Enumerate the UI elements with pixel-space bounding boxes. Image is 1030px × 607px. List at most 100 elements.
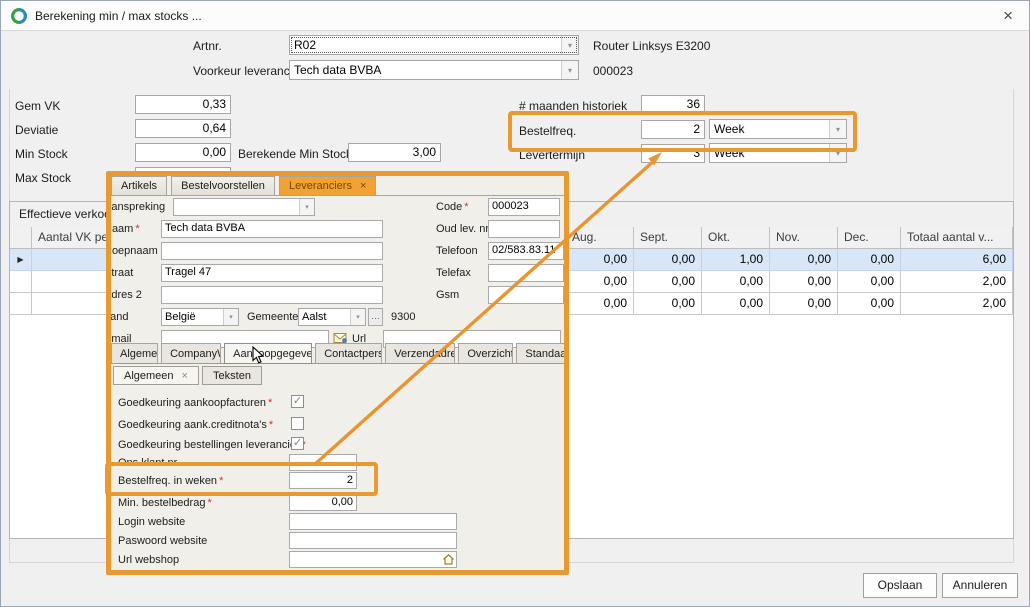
goedkeuring-bestellingen-checkbox[interactable]: ✓ bbox=[291, 437, 304, 450]
table-cell[interactable]: 0,00 bbox=[770, 293, 838, 315]
chevron-down-icon[interactable]: ▾ bbox=[561, 36, 578, 54]
naam-input[interactable]: Tech data BVBA bbox=[161, 220, 383, 238]
telefax-input[interactable] bbox=[488, 264, 564, 282]
table-cell[interactable]: 6,00 bbox=[901, 249, 1013, 271]
table-cell[interactable]: 0,00 bbox=[634, 271, 702, 293]
table-cell[interactable]: 0,00 bbox=[566, 293, 634, 315]
table-cell[interactable]: 0,00 bbox=[770, 249, 838, 271]
home-icon[interactable] bbox=[442, 553, 455, 566]
chevron-down-icon[interactable]: ▾ bbox=[829, 144, 846, 162]
berekende-min-stock-input[interactable]: 3,00 bbox=[348, 143, 441, 162]
col-header-okt[interactable]: Okt. bbox=[702, 227, 770, 249]
gemeente-label: Gemeente bbox=[247, 311, 298, 323]
col-header-totaal[interactable]: Totaal aantal v... bbox=[901, 227, 1013, 249]
url-webshop-label: Url webshop bbox=[118, 554, 179, 566]
tab-close-icon[interactable]: × bbox=[360, 180, 366, 192]
table-cell[interactable]: 0,00 bbox=[838, 271, 901, 293]
table-cell[interactable]: 0,00 bbox=[770, 271, 838, 293]
row-marker-cell[interactable] bbox=[10, 271, 32, 293]
selected-row-marker-icon[interactable]: ▶ bbox=[10, 249, 32, 271]
adres2-input[interactable] bbox=[161, 286, 383, 304]
tab-bestelvoorstellen[interactable]: Bestelvoorstellen bbox=[171, 176, 275, 195]
tab-algemeen[interactable]: Algemeen bbox=[111, 343, 158, 363]
tab-contactpersonen[interactable]: Contactpersonen bbox=[315, 343, 382, 363]
gemeente-combo[interactable]: Aalst ▾ bbox=[298, 308, 366, 326]
maanden-historiek-input[interactable]: 36 bbox=[641, 95, 705, 114]
table-cell[interactable]: 0,00 bbox=[702, 293, 770, 315]
table-cell[interactable]: 0,00 bbox=[566, 271, 634, 293]
aanspreking-combo[interactable]: ▾ bbox=[173, 198, 315, 216]
row-indicator-column-header[interactable] bbox=[10, 227, 32, 249]
subtab-algemeen[interactable]: Algemeen× bbox=[113, 366, 199, 385]
chevron-down-icon[interactable]: ▾ bbox=[299, 199, 314, 215]
tab-leveranciers[interactable]: Leveranciers× bbox=[279, 176, 376, 195]
bestelfreq-unit-value: Week bbox=[710, 120, 829, 138]
table-cell[interactable]: 0,00 bbox=[634, 293, 702, 315]
tab-overzicht[interactable]: Overzicht bbox=[458, 343, 513, 363]
tab-aankoopgegevens[interactable]: Aankoopgegevens bbox=[224, 343, 312, 364]
gsm-input[interactable] bbox=[488, 286, 564, 304]
goedkeuring-facturen-checkbox[interactable]: ✓ bbox=[291, 395, 304, 408]
bestelfreq-weken-input[interactable]: 2 bbox=[289, 472, 357, 489]
table-cell[interactable]: 1,00 bbox=[702, 249, 770, 271]
login-website-input[interactable] bbox=[289, 513, 457, 530]
chevron-down-icon[interactable]: ▾ bbox=[223, 309, 238, 325]
min-stock-input[interactable]: 0,00 bbox=[135, 143, 231, 162]
tab-standaardboekingen[interactable]: Standaardboeki bbox=[516, 343, 569, 363]
table-cell[interactable]: 2,00 bbox=[901, 271, 1013, 293]
window-title: Berekening min / max stocks ... bbox=[35, 9, 202, 23]
postcode-value: 9300 bbox=[391, 311, 415, 323]
col-header-aug[interactable]: Aug. bbox=[566, 227, 634, 249]
supplier-value: Tech data BVBA bbox=[290, 61, 561, 79]
save-button[interactable]: Opslaan bbox=[863, 573, 937, 598]
col-header-sept[interactable]: Sept. bbox=[634, 227, 702, 249]
table-cell[interactable]: 0,00 bbox=[566, 249, 634, 271]
bestelfreq-unit-combo[interactable]: Week ▾ bbox=[709, 119, 847, 139]
col-header-dec[interactable]: Dec. bbox=[838, 227, 901, 249]
bestelfreq-input[interactable]: 2 bbox=[641, 120, 705, 139]
url-webshop-input[interactable] bbox=[289, 551, 457, 568]
table-cell[interactable]: 0,00 bbox=[634, 249, 702, 271]
tab-artikels[interactable]: Artikels bbox=[111, 176, 167, 195]
table-cell[interactable]: 0,00 bbox=[838, 249, 901, 271]
ons-klant-nr-input[interactable] bbox=[289, 454, 357, 471]
close-icon[interactable]: × bbox=[1003, 6, 1013, 26]
gem-vk-label: Gem VK bbox=[15, 99, 60, 113]
gsm-label: Gsm bbox=[436, 289, 459, 301]
code-input: 000023 bbox=[488, 198, 560, 216]
levertermijn-unit-combo[interactable]: Week ▾ bbox=[709, 143, 847, 163]
levertermijn-input[interactable]: 3 bbox=[641, 144, 705, 163]
cancel-button[interactable]: Annuleren bbox=[942, 573, 1018, 598]
roepnaam-input[interactable] bbox=[161, 242, 383, 260]
required-marker: * bbox=[207, 497, 211, 509]
table-cell[interactable]: 2,00 bbox=[901, 293, 1013, 315]
min-bestelbedrag-text: Min. bestelbedrag bbox=[118, 497, 205, 509]
tab-verzendadressen[interactable]: Verzendadressen bbox=[385, 343, 455, 363]
straat-input[interactable]: Tragel 47 bbox=[161, 264, 383, 282]
land-combo[interactable]: België ▾ bbox=[161, 308, 239, 326]
naam-label-text: Naam bbox=[106, 223, 133, 235]
subtab-close-icon[interactable]: × bbox=[182, 370, 188, 382]
chevron-down-icon[interactable]: ▾ bbox=[350, 309, 365, 325]
gem-vk-input[interactable]: 0,33 bbox=[135, 95, 231, 114]
chevron-down-icon[interactable]: ▾ bbox=[561, 61, 578, 79]
chevron-down-icon[interactable]: ▾ bbox=[829, 120, 846, 138]
oud-lev-nr-input[interactable] bbox=[488, 220, 560, 238]
row-marker-cell[interactable] bbox=[10, 293, 32, 315]
telefoon-input[interactable]: 02/583.83.11 bbox=[488, 242, 564, 260]
subtab-teksten[interactable]: Teksten bbox=[202, 366, 262, 385]
goedkeuring-creditnotas-checkbox[interactable] bbox=[291, 417, 304, 430]
min-bestelbedrag-input[interactable]: 0,00 bbox=[289, 494, 357, 511]
min-bestelbedrag-label: Min. bestelbedrag* bbox=[118, 497, 212, 509]
deviatie-input[interactable]: 0,64 bbox=[135, 119, 231, 138]
col-header-nov[interactable]: Nov. bbox=[770, 227, 838, 249]
tab-companyweb[interactable]: CompanyWeb bbox=[161, 343, 221, 363]
gemeente-lookup-button[interactable]: … bbox=[368, 308, 383, 326]
code-label: Code* bbox=[436, 201, 469, 213]
sales-table-right: Aug. Sept. Okt. Nov. Dec. Totaal aantal … bbox=[529, 227, 1013, 315]
table-cell[interactable]: 0,00 bbox=[702, 271, 770, 293]
paswoord-website-input[interactable] bbox=[289, 532, 457, 549]
table-cell[interactable]: 0,00 bbox=[838, 293, 901, 315]
artnr-combo[interactable]: R02 ▾ bbox=[289, 35, 579, 55]
supplier-combo[interactable]: Tech data BVBA ▾ bbox=[289, 60, 579, 80]
